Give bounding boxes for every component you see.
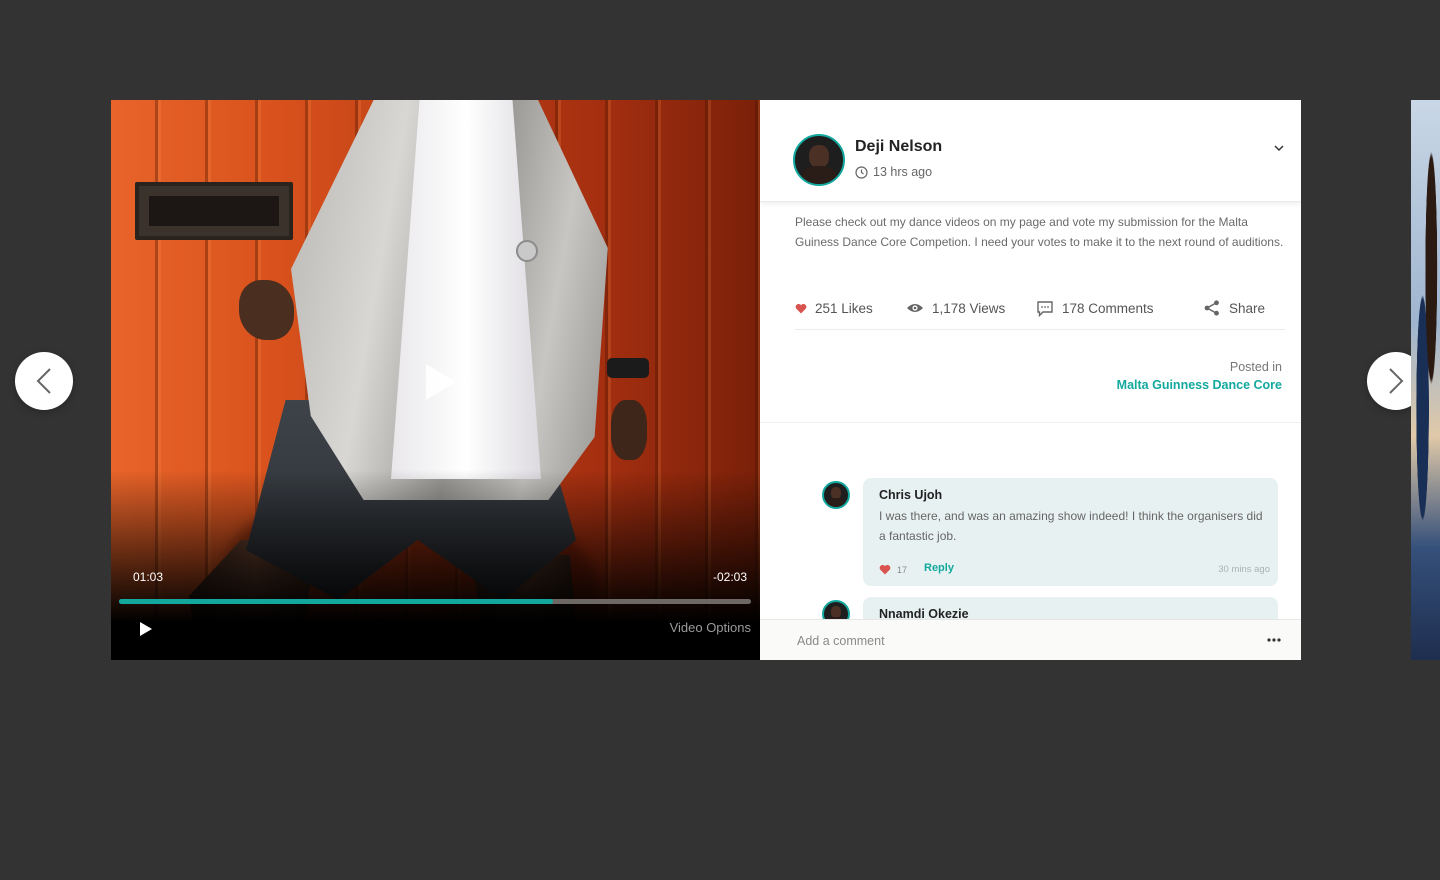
views-count: 1,178 Views [932, 300, 1006, 316]
play-button[interactable] [139, 621, 153, 637]
posted-in-label: Posted in [1229, 360, 1282, 374]
post-panel: Deji Nelson 13 hrs ago Please check out … [760, 100, 1301, 660]
comments-count: 178 Comments [1062, 300, 1154, 316]
video-player[interactable]: 01:03 -02:03 Video Options [111, 100, 760, 660]
play-icon[interactable] [424, 362, 458, 402]
comment-like-button[interactable]: 17 [879, 564, 907, 575]
section-divider [760, 422, 1301, 423]
comments-stat[interactable]: 178 Comments [1036, 299, 1154, 317]
previous-post-button[interactable] [15, 352, 73, 410]
chevron-down-icon[interactable] [1273, 142, 1285, 154]
comment-avatar[interactable] [822, 481, 850, 509]
share-label: Share [1229, 300, 1266, 316]
post-stats: 251 Likes 1,178 Views 178 Comments Share [795, 299, 1285, 330]
video-options-button[interactable]: Video Options [670, 620, 751, 635]
comment-icon [1037, 300, 1053, 317]
posted-in-group-link[interactable]: Malta Guinness Dance Core [1117, 378, 1282, 392]
comment-like-count: 17 [897, 564, 908, 575]
video-progress-bar[interactable] [119, 599, 751, 604]
heart-icon [795, 303, 807, 313]
comment-time: 30 mins ago [1218, 564, 1270, 575]
likes-stat[interactable]: 251 Likes [795, 299, 873, 317]
post-header: Deji Nelson 13 hrs ago [760, 100, 1301, 202]
eye-icon [907, 304, 923, 312]
comment-input[interactable] [795, 630, 1239, 652]
author-avatar[interactable] [793, 134, 845, 186]
current-time: 01:03 [133, 570, 164, 584]
reply-button[interactable]: Reply [924, 562, 954, 574]
post-body-text: Please check out my dance videos on my p… [795, 215, 1284, 249]
post-timestamp: 13 hrs ago [855, 165, 932, 179]
next-post-preview[interactable] [1411, 100, 1440, 660]
likes-count: 251 Likes [815, 300, 873, 316]
comment-item: Chris Ujoh I was there, and was an amazi… [863, 478, 1278, 586]
more-icon[interactable] [1267, 633, 1281, 647]
comment-text: I was there, and was an amazing show ind… [879, 509, 1263, 543]
post-time-text: 13 hrs ago [873, 165, 933, 179]
comment-author[interactable]: Chris Ujoh [879, 488, 942, 502]
chevron-right-icon [1389, 368, 1404, 394]
remaining-time: -02:03 [712, 570, 747, 584]
heart-icon [879, 564, 891, 575]
views-stat: 1,178 Views [906, 299, 1005, 317]
share-button[interactable]: Share [1203, 299, 1265, 317]
share-icon [1204, 300, 1219, 316]
video-progress-fill [119, 599, 553, 604]
mail-slot [135, 182, 293, 240]
clock-icon [855, 165, 868, 179]
author-name[interactable]: Deji Nelson [855, 138, 942, 156]
chevron-left-icon [36, 368, 51, 394]
add-comment-bar [760, 619, 1301, 660]
